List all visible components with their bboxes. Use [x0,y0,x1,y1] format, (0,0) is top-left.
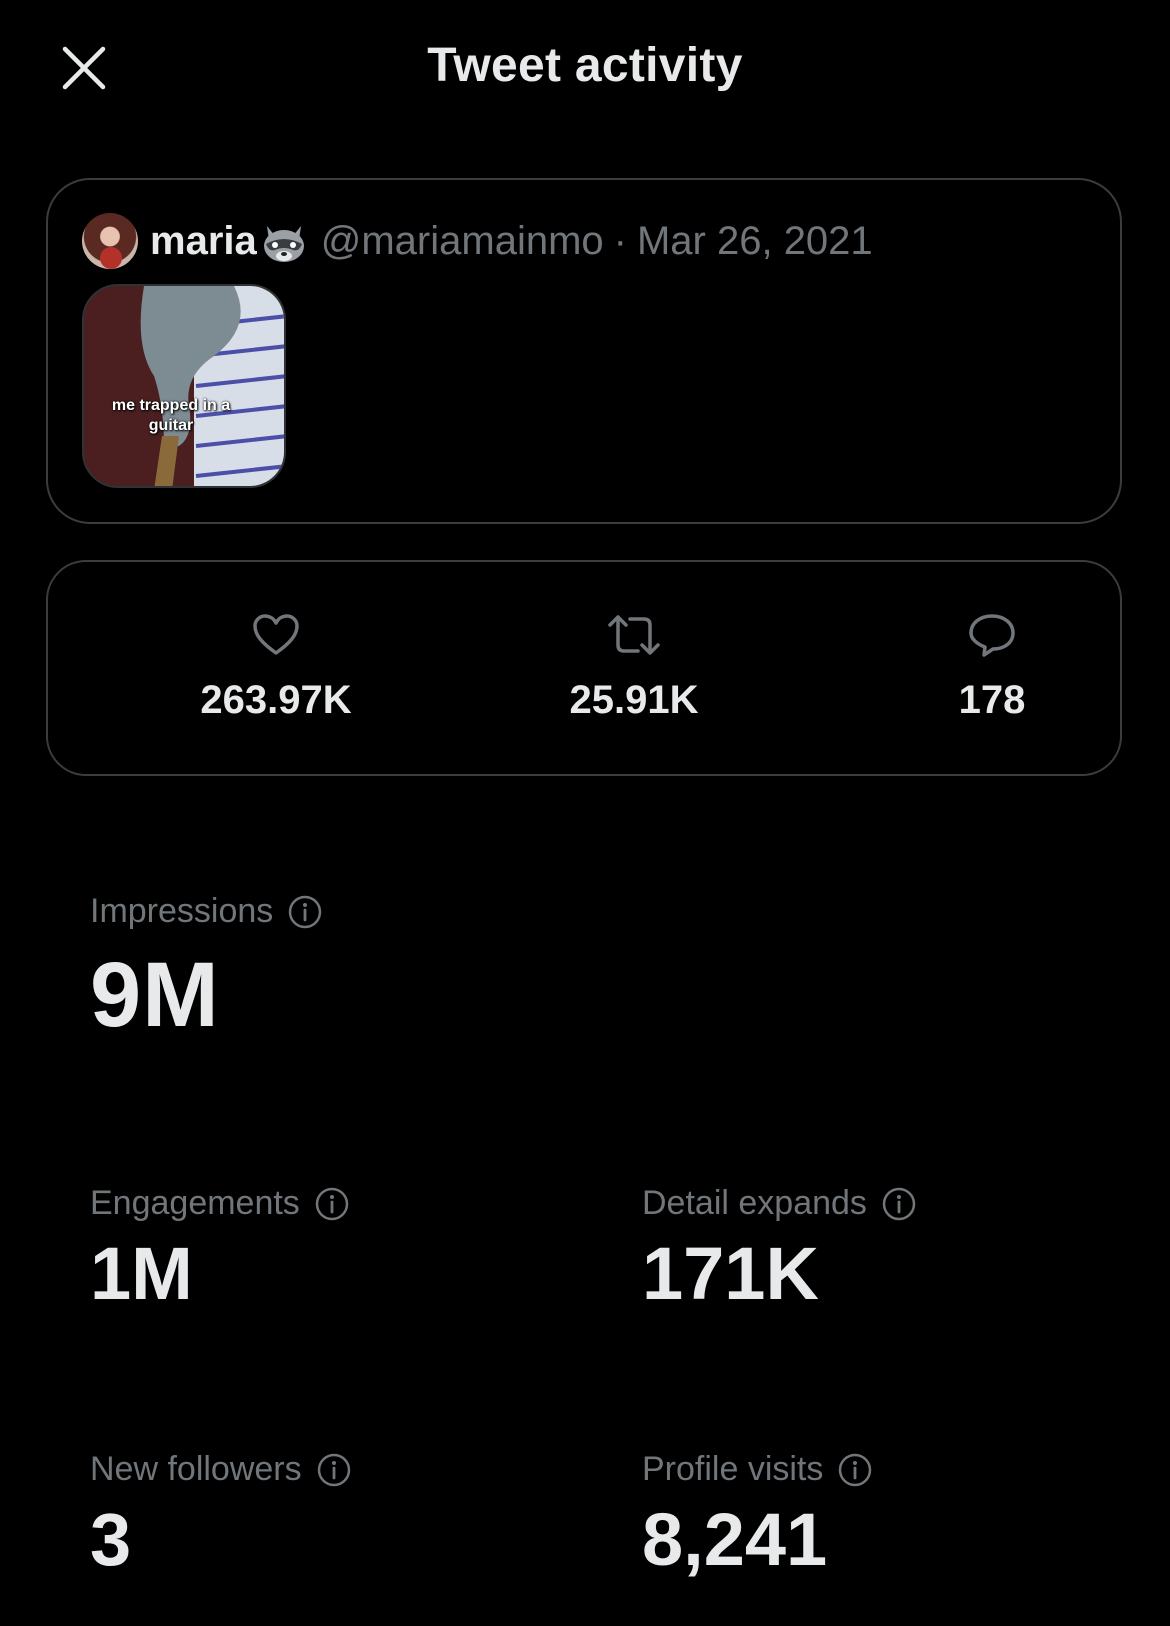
engagements-metric: Engagements 1M [90,1184,350,1316]
new-followers-label: New followers [90,1450,302,1488]
new-followers-metric: New followers 3 [90,1450,352,1582]
engagements-label: Engagements [90,1184,300,1222]
likes-count: 263.97K [200,678,352,722]
heart-icon [253,614,299,655]
retweets-count: 25.91K [569,678,699,722]
info-icon[interactable] [314,1186,350,1222]
detail-expands-label: Detail expands [642,1184,867,1222]
replies-count: 178 [958,678,1026,722]
separator: · [613,218,627,263]
impressions-metric: Impressions 9M [90,892,323,1048]
tweet-media-image[interactable]: me trapped in a guitar [82,284,286,488]
new-followers-value: 3 [90,1498,132,1581]
profile-visits-metric: Profile visits 8,241 [642,1450,873,1582]
raccoon-icon [263,226,304,262]
info-icon[interactable] [287,894,323,930]
profile-visits-label: Profile visits [642,1450,824,1488]
info-icon[interactable] [881,1186,917,1222]
profile-visits-value: 8,241 [642,1498,828,1581]
likes-stat[interactable]: 263.97K [126,610,426,723]
detail-expands-value: 171K [642,1232,819,1315]
tweet-date: Mar 26, 2021 [636,218,873,263]
replies-stat[interactable]: 178 [842,610,1142,723]
tweet-preview-card[interactable]: maria @mariamainmo · Mar 26, 2021 me tra… [46,178,1122,524]
retweets-stat[interactable]: 25.91K [484,610,784,723]
media-caption: me trapped in a guitar [111,397,231,434]
engagement-stats-card: 263.97K 25.91K 178 [46,560,1122,776]
page-title: Tweet activity [427,39,743,92]
tweet-handle[interactable]: @mariamainmo [321,219,604,264]
tweet-header: maria @mariamainmo · Mar 26, 2021 [82,212,873,270]
avatar[interactable] [82,213,138,269]
info-icon[interactable] [316,1452,352,1488]
media-illustration [84,286,284,486]
impressions-value: 9M [90,944,220,1046]
engagements-value: 1M [90,1232,193,1315]
info-icon[interactable] [837,1452,873,1488]
retweet-icon [608,615,660,655]
display-name[interactable]: maria [150,219,257,264]
reply-icon [969,614,1015,657]
detail-expands-metric: Detail expands 171K [642,1184,917,1316]
impressions-label: Impressions [90,892,274,930]
